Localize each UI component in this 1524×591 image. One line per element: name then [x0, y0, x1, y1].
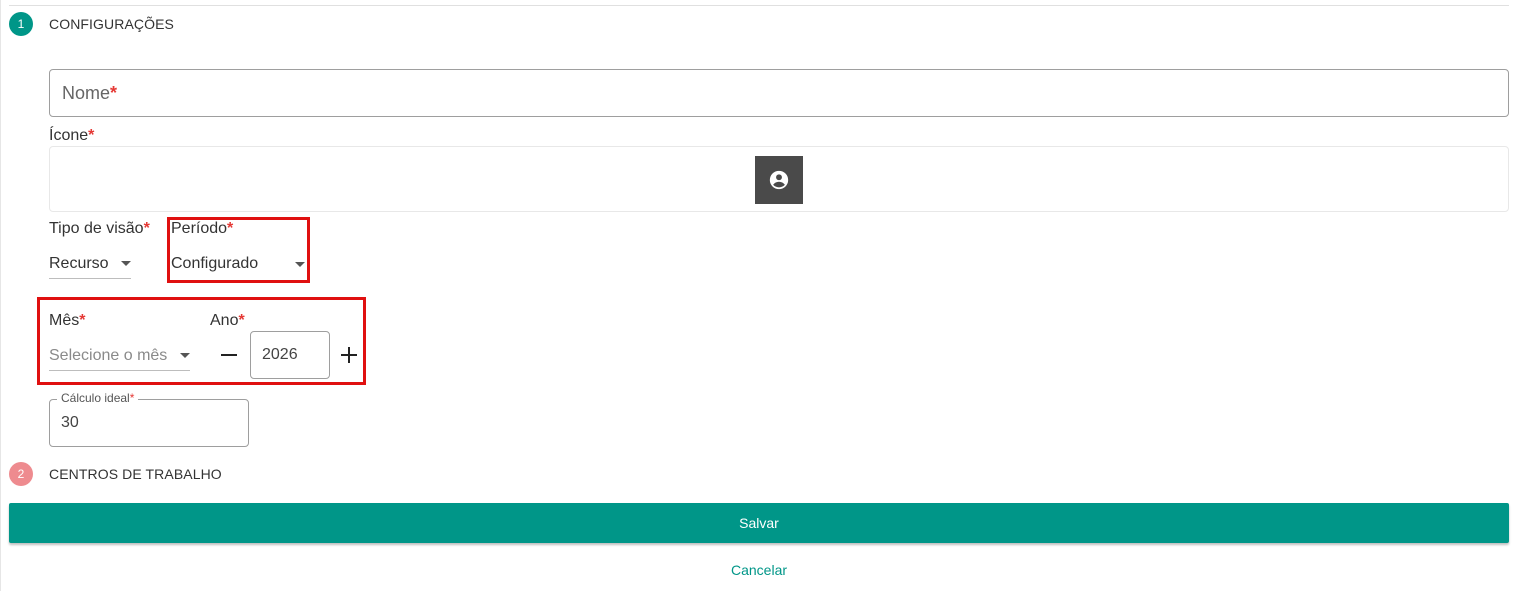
- step-configuracoes: 1 CONFIGURAÇÕES: [9, 12, 174, 36]
- required-mark: *: [79, 312, 86, 329]
- caret-down-icon: [295, 261, 305, 267]
- tipo-visao-label: Tipo de visão*: [49, 220, 150, 237]
- mes-label: Mês*: [49, 312, 86, 329]
- minus-icon: [221, 354, 237, 356]
- caret-down-icon: [180, 353, 190, 358]
- periodo-label: Período*: [171, 220, 234, 237]
- icon-label: Ícone*: [49, 127, 95, 144]
- required-mark: *: [238, 312, 245, 329]
- step-title: CENTROS DE TRABALHO: [49, 466, 222, 482]
- icon-picker: [49, 146, 1509, 212]
- plus-icon: [341, 347, 357, 363]
- calculo-ideal-label: Cálculo ideal*: [57, 391, 139, 405]
- cancel-button[interactable]: Cancelar: [1, 562, 1517, 578]
- required-mark: *: [88, 127, 95, 144]
- mes-placeholder: Selecione o mês: [49, 346, 168, 364]
- required-mark: *: [227, 220, 234, 237]
- caret-down-icon: [121, 261, 131, 266]
- step-centros-de-trabalho[interactable]: 2 CENTROS DE TRABALHO: [9, 462, 222, 486]
- tipo-visao-select[interactable]: Recurso: [49, 249, 131, 279]
- form-page: 1 CONFIGURAÇÕES Nome* Ícone* Tipo de vis…: [0, 0, 1524, 591]
- save-button[interactable]: Salvar: [9, 503, 1509, 543]
- name-field[interactable]: Nome*: [49, 69, 1509, 117]
- step-number-badge: 1: [9, 12, 33, 36]
- name-placeholder: Nome*: [62, 82, 118, 103]
- periodo-select[interactable]: Configurado: [171, 249, 305, 279]
- increment-year-button[interactable]: [337, 343, 361, 367]
- icon-select-button[interactable]: [755, 156, 803, 204]
- calculo-ideal-input[interactable]: 30: [49, 399, 249, 447]
- required-mark: *: [110, 82, 118, 103]
- decrement-year-button[interactable]: [217, 343, 241, 367]
- periodo-value: Configurado: [171, 255, 259, 272]
- required-mark: *: [129, 391, 135, 405]
- step-title: CONFIGURAÇÕES: [49, 16, 174, 32]
- mes-select[interactable]: Selecione o mês: [49, 341, 190, 371]
- step-number-badge: 2: [9, 462, 33, 486]
- ano-label: Ano*: [210, 312, 245, 329]
- ano-input[interactable]: 2026: [250, 331, 330, 379]
- required-mark: *: [143, 220, 150, 237]
- tipo-visao-value: Recurso: [49, 254, 109, 272]
- account-circle-icon: [769, 170, 789, 190]
- top-divider: [9, 5, 1509, 6]
